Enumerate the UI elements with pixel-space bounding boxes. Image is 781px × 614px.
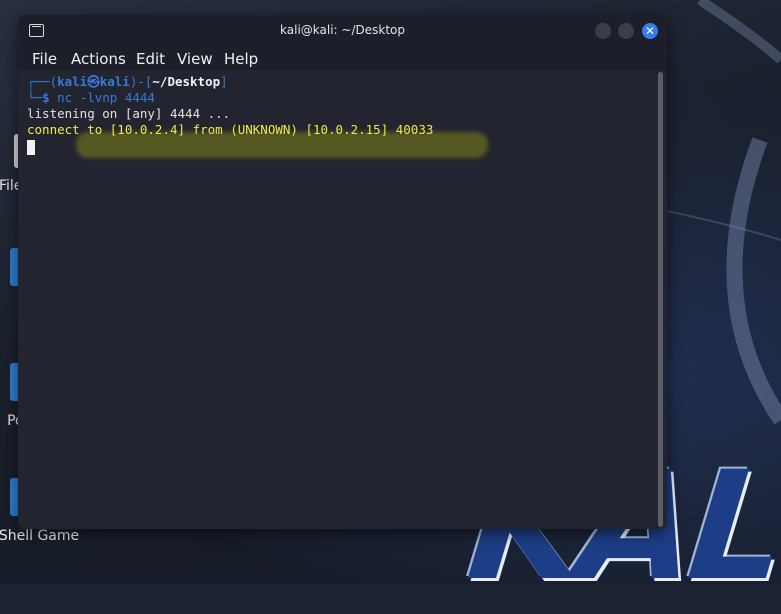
desktop-icon-label: Shell Game: [0, 528, 80, 544]
maximize-button[interactable]: [618, 23, 634, 39]
terminal-window[interactable]: kali@kali: ~/Desktop ✕ File Actions Edit…: [18, 15, 667, 529]
minimize-button[interactable]: [595, 23, 611, 39]
menu-bar: File Actions Edit View Help: [18, 46, 667, 70]
text-cursor: [27, 140, 35, 155]
command-line: └─$ nc -lvnp 4444: [27, 90, 155, 105]
output-connect: connect to [10.0.2.4] from (UNKNOWN) [10…: [27, 122, 434, 137]
scrollbar-thumb[interactable]: [658, 72, 663, 527]
title-bar[interactable]: kali@kali: ~/Desktop ✕: [18, 15, 667, 46]
prompt-line: ┌──(kali㉿kali)-[~/Desktop]: [27, 74, 228, 89]
menu-view[interactable]: View: [177, 50, 213, 68]
close-button[interactable]: ✕: [642, 23, 658, 39]
menu-edit[interactable]: Edit: [136, 50, 165, 68]
scrollbar[interactable]: [655, 70, 667, 529]
window-title: kali@kali: ~/Desktop: [280, 23, 405, 37]
menu-file[interactable]: File: [32, 50, 57, 68]
terminal-output[interactable]: ┌──(kali㉿kali)-[~/Desktop] └─$ nc -lvnp …: [18, 70, 655, 529]
menu-actions[interactable]: Actions: [71, 50, 126, 68]
output-listening: listening on [any] 4444 ...: [27, 106, 231, 121]
menu-help[interactable]: Help: [224, 50, 258, 68]
